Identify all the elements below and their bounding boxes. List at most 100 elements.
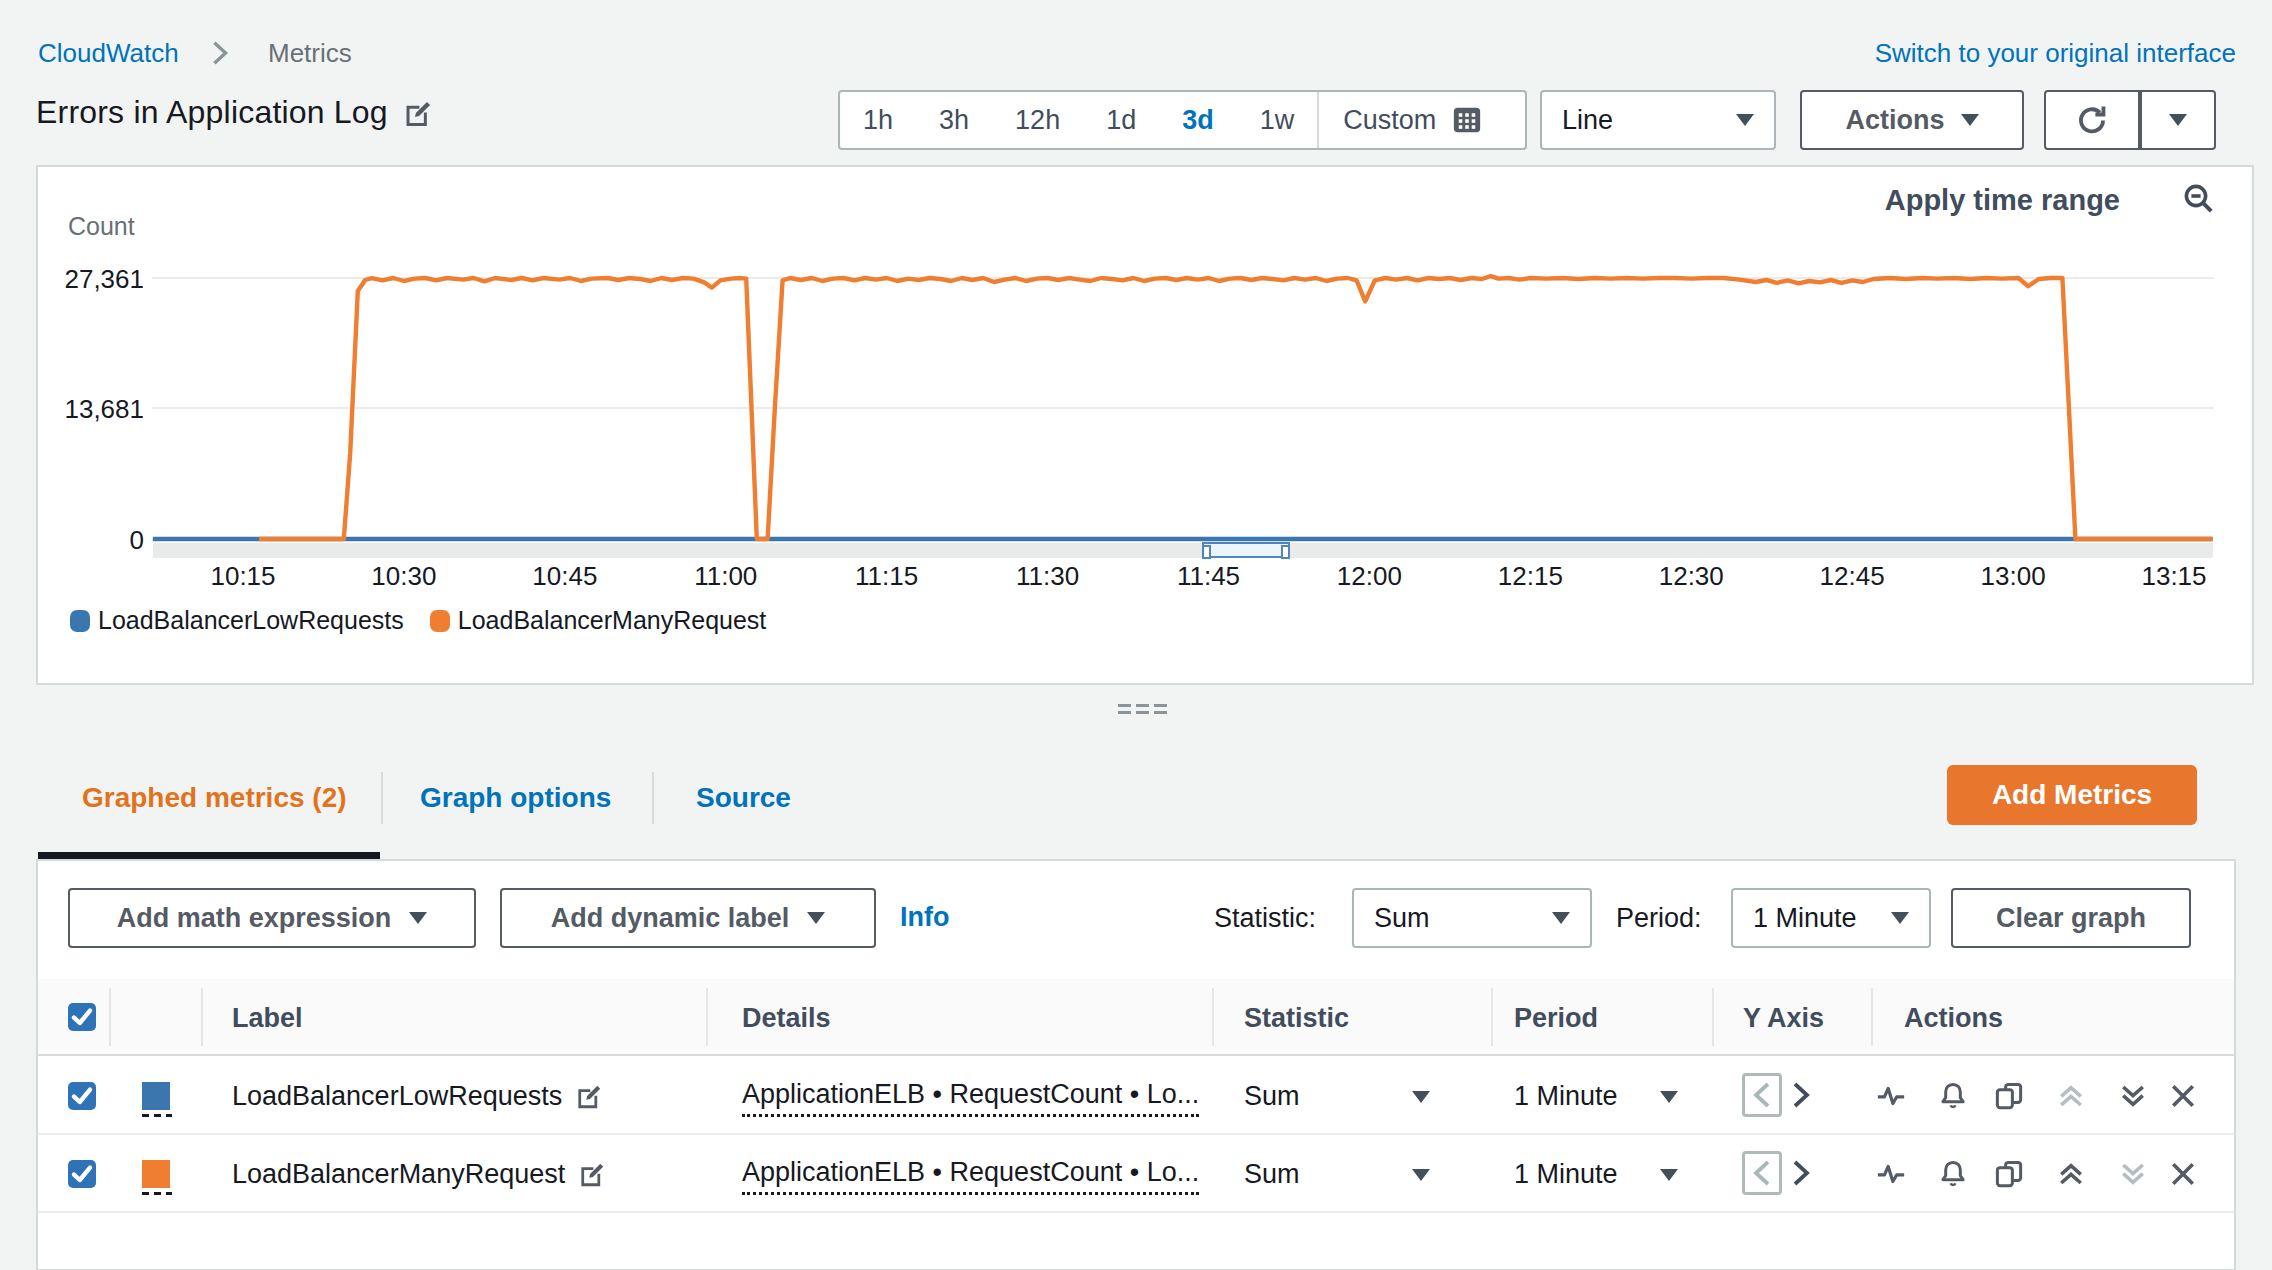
tab-graph-options[interactable]: Graph options <box>420 782 611 814</box>
row-checkbox[interactable] <box>68 1082 96 1110</box>
timeline-scrubber[interactable] <box>153 543 2213 558</box>
alarm-bell-icon[interactable] <box>1938 1159 1968 1189</box>
breadcrumb-chevron-icon <box>210 40 230 66</box>
period-value: 1 Minute <box>1733 903 1857 934</box>
time-range-1h[interactable]: 1h <box>840 105 916 136</box>
metric-row: LoadBalancerManyRequest ApplicationELB •… <box>38 1135 2234 1213</box>
color-swatch-dash <box>142 1114 172 1117</box>
duplicate-icon[interactable] <box>1994 1081 2024 1111</box>
statistic-select[interactable]: Sum <box>1352 888 1592 948</box>
scrubber-selection[interactable] <box>1202 542 1290 558</box>
tab-graphed-metrics[interactable]: Graphed metrics (2) <box>82 782 347 814</box>
time-range-3d[interactable]: 3d <box>1159 105 1237 136</box>
chevron-down-icon <box>1961 114 1979 126</box>
alarm-bell-icon[interactable] <box>1938 1081 1968 1111</box>
row-checkbox[interactable] <box>68 1160 96 1188</box>
actions-label: Actions <box>1845 105 1944 136</box>
y-axis-left-icon[interactable] <box>1751 1081 1773 1109</box>
chevron-down-icon <box>1736 114 1754 126</box>
calendar-icon[interactable] <box>1452 105 1482 135</box>
remove-icon[interactable] <box>2168 1081 2198 1111</box>
time-range-control: 1h 3h 12h 1d 3d 1w Custom <box>838 90 1527 150</box>
column-header-period[interactable]: Period <box>1514 1003 1598 1034</box>
add-math-label: Add math expression <box>117 903 392 934</box>
metric-color-swatch[interactable] <box>142 1160 170 1188</box>
legend-item[interactable]: LoadBalancerLowRequests <box>70 606 404 635</box>
refresh-button[interactable] <box>2044 90 2140 150</box>
chevron-down-icon[interactable] <box>1412 1169 1430 1181</box>
tab-source[interactable]: Source <box>696 782 791 814</box>
y-axis-right-icon[interactable] <box>1790 1159 1812 1187</box>
row-statistic[interactable]: Sum <box>1244 1159 1300 1190</box>
line-chart[interactable] <box>152 260 2214 564</box>
column-header-statistic[interactable]: Statistic <box>1244 1003 1349 1034</box>
info-link[interactable]: Info <box>900 902 949 933</box>
remove-icon[interactable] <box>2168 1159 2198 1189</box>
time-range-3h[interactable]: 3h <box>916 105 992 136</box>
x-tick-label: 13:15 <box>2141 561 2206 592</box>
column-header-actions[interactable]: Actions <box>1904 1003 2003 1034</box>
add-math-expression-button[interactable]: Add math expression <box>68 888 476 948</box>
time-range-1d[interactable]: 1d <box>1083 105 1159 136</box>
breadcrumb-cloudwatch[interactable]: CloudWatch <box>38 38 179 69</box>
legend-label: LoadBalancerManyRequest <box>458 606 767 635</box>
edit-label-icon[interactable] <box>576 1084 602 1110</box>
y-axis-right-icon[interactable] <box>1790 1081 1812 1109</box>
chevron-down-icon[interactable] <box>1660 1091 1678 1103</box>
scrubber-handle-right[interactable] <box>1281 545 1290 559</box>
page-title: Errors in Application Log <box>36 94 388 131</box>
x-tick-label: 12:30 <box>1659 561 1724 592</box>
edit-label-icon[interactable] <box>579 1162 605 1188</box>
legend-item[interactable]: LoadBalancerManyRequest <box>430 606 767 635</box>
select-all-checkbox[interactable] <box>68 1003 96 1031</box>
column-header-y-axis[interactable]: Y Axis <box>1743 1003 1824 1034</box>
chevron-down-icon <box>807 912 825 924</box>
refresh-options-button[interactable] <box>2140 90 2216 150</box>
resize-handle[interactable] <box>1118 704 1167 718</box>
add-dynamic-label-button[interactable]: Add dynamic label <box>500 888 876 948</box>
clear-graph-button[interactable]: Clear graph <box>1951 888 2191 948</box>
apply-time-range-label[interactable]: Apply time range <box>1876 184 2120 217</box>
graph-metric-icon[interactable] <box>1876 1159 1906 1189</box>
tab-divider <box>381 772 383 824</box>
y-tick-label: 0 <box>16 525 144 556</box>
row-period[interactable]: 1 Minute <box>1514 1159 1618 1190</box>
graph-metric-icon[interactable] <box>1876 1081 1906 1111</box>
move-up-icon[interactable] <box>2056 1159 2086 1189</box>
move-down-icon[interactable] <box>2118 1081 2148 1111</box>
move-up-icon[interactable] <box>2056 1081 2086 1111</box>
chart-type-select[interactable]: Line <box>1540 90 1776 150</box>
metric-details[interactable]: ApplicationELB • RequestCount • Lo... <box>742 1079 1199 1117</box>
chevron-down-icon[interactable] <box>1660 1169 1678 1181</box>
row-statistic[interactable]: Sum <box>1244 1081 1300 1112</box>
x-tick-label: 12:00 <box>1337 561 1402 592</box>
x-tick-label: 10:45 <box>532 561 597 592</box>
duplicate-icon[interactable] <box>1994 1159 2024 1189</box>
metric-details[interactable]: ApplicationELB • RequestCount • Lo... <box>742 1157 1199 1195</box>
period-select[interactable]: 1 Minute <box>1731 888 1931 948</box>
active-tab-indicator <box>38 852 380 859</box>
time-range-12h[interactable]: 12h <box>992 105 1083 136</box>
x-tick-label: 12:15 <box>1498 561 1563 592</box>
edit-title-icon[interactable] <box>404 100 432 128</box>
chevron-down-icon[interactable] <box>1412 1091 1430 1103</box>
time-range-custom[interactable]: Custom <box>1319 105 1452 136</box>
metric-color-swatch[interactable] <box>142 1082 170 1110</box>
chevron-down-icon <box>2169 114 2187 126</box>
tab-divider <box>652 772 654 824</box>
metric-label[interactable]: LoadBalancerManyRequest <box>232 1159 565 1190</box>
row-period[interactable]: 1 Minute <box>1514 1081 1618 1112</box>
metric-label[interactable]: LoadBalancerLowRequests <box>232 1081 562 1112</box>
statistic-value: Sum <box>1354 903 1430 934</box>
switch-interface-link[interactable]: Switch to your original interface <box>1828 38 2236 69</box>
move-down-icon[interactable] <box>2118 1159 2148 1189</box>
add-metrics-button[interactable]: Add Metrics <box>1947 765 2197 825</box>
scrubber-handle-left[interactable] <box>1202 545 1211 559</box>
column-header-details[interactable]: Details <box>742 1003 831 1034</box>
time-range-1w[interactable]: 1w <box>1237 105 1318 136</box>
legend-label: LoadBalancerLowRequests <box>98 606 404 635</box>
actions-button[interactable]: Actions <box>1800 90 2024 150</box>
y-axis-left-icon[interactable] <box>1751 1159 1773 1187</box>
zoom-out-icon[interactable] <box>2182 182 2216 216</box>
column-header-label[interactable]: Label <box>232 1003 303 1034</box>
